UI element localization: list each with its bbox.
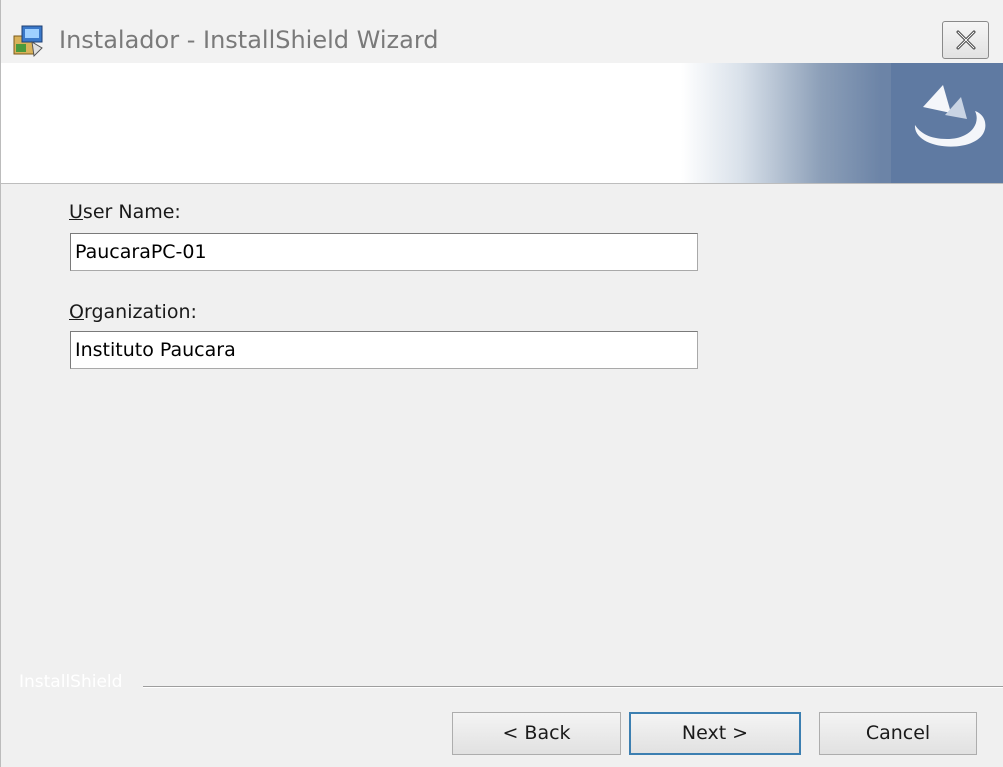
- organization-input[interactable]: [70, 331, 698, 369]
- back-button[interactable]: < Back: [452, 712, 621, 755]
- footer-branding: InstallShield: [1, 672, 1003, 702]
- installshield-brand-text: InstallShield: [19, 672, 123, 692]
- cancel-button[interactable]: Cancel: [819, 712, 977, 755]
- organization-label-text: rganization:: [83, 301, 197, 323]
- installer-window: Instalador - InstallShield Wizard User N…: [0, 0, 1003, 767]
- organization-accelerator: O: [69, 301, 84, 323]
- user-name-label: User Name:: [69, 201, 181, 223]
- installer-package-icon: [12, 22, 48, 58]
- user-name-label-text: ser Name:: [82, 201, 181, 223]
- footer-divider: [143, 686, 1003, 688]
- organization-label: Organization:: [69, 301, 197, 323]
- close-button[interactable]: [942, 21, 989, 59]
- user-name-accelerator: U: [69, 201, 83, 223]
- window-title: Instalador - InstallShield Wizard: [59, 26, 439, 54]
- user-name-input[interactable]: [70, 233, 698, 271]
- installshield-logo: [891, 63, 1003, 183]
- next-button[interactable]: Next >: [629, 712, 801, 755]
- wizard-banner: [1, 63, 1003, 184]
